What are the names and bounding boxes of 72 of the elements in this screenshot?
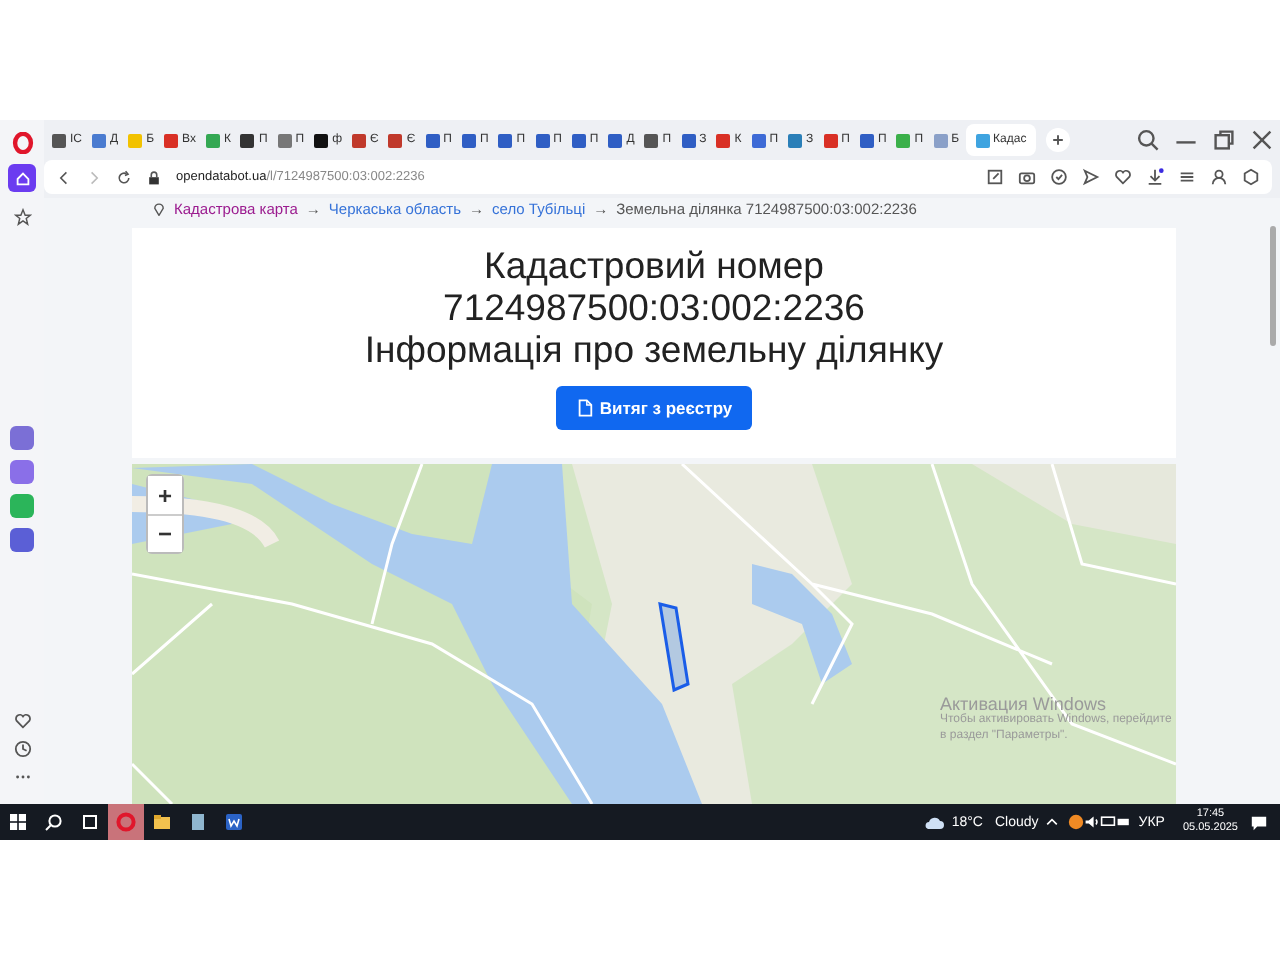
- favicon-icon: [92, 133, 106, 147]
- notification-icon[interactable]: [1250, 813, 1268, 831]
- back-icon[interactable]: [56, 169, 72, 185]
- map-pin-icon: [152, 202, 166, 216]
- page-title: 7124987500:03:002:2236: [443, 286, 865, 328]
- caret-up-icon[interactable]: [1044, 814, 1061, 830]
- favicon-icon: [788, 133, 803, 147]
- clock-icon[interactable]: [13, 740, 31, 758]
- notepad-icon: [188, 812, 208, 832]
- favicon-icon: [975, 133, 990, 147]
- heart-icon[interactable]: [13, 712, 31, 730]
- opera-icon: [116, 812, 136, 832]
- favicon-icon: [681, 133, 696, 147]
- favicon-icon: [352, 133, 367, 147]
- favicon-icon: [896, 133, 911, 147]
- task-view-icon: [80, 812, 100, 832]
- zoom-out-button[interactable]: −: [148, 514, 182, 552]
- favicon-icon: [164, 133, 179, 147]
- favicon-icon: [823, 133, 838, 147]
- land-parcel-outline[interactable]: [658, 602, 690, 693]
- favicon-icon: [205, 133, 220, 147]
- favicon-icon: [751, 133, 766, 147]
- favicon-icon: [314, 133, 329, 147]
- plus-icon: [1052, 134, 1065, 146]
- send-icon[interactable]: [1082, 168, 1100, 186]
- search-icon[interactable]: [1136, 128, 1160, 152]
- favicon-icon: [608, 133, 623, 147]
- favicon-icon: [716, 133, 731, 147]
- word-icon: [224, 812, 244, 832]
- app-icon[interactable]: [10, 528, 34, 552]
- favicon-icon: [461, 133, 476, 147]
- favicon-icon: [859, 133, 874, 147]
- favicon-icon: [571, 133, 586, 147]
- favicon-icon: [425, 133, 440, 147]
- new-tab-button[interactable]: [1046, 128, 1071, 152]
- favicon-icon: [240, 133, 255, 147]
- app-icon[interactable]: [10, 426, 34, 450]
- favicon-icon: [933, 133, 948, 147]
- favicon-icon: [52, 133, 66, 147]
- app-icon[interactable]: [10, 460, 34, 484]
- opera-logo-icon[interactable]: [11, 132, 33, 154]
- reload-icon[interactable]: [116, 169, 132, 185]
- favicon-icon: [498, 133, 513, 147]
- folder-icon: [152, 812, 172, 832]
- favicon-icon: [535, 133, 550, 147]
- lock-icon: [146, 169, 162, 185]
- page-title: Інформація про земельну ділянку: [364, 328, 944, 370]
- star-icon: [13, 207, 31, 225]
- favicon-icon: [277, 133, 292, 147]
- heart-icon[interactable]: [1114, 168, 1132, 186]
- home-icon: [13, 169, 31, 187]
- start-icon: [8, 812, 28, 832]
- page-title: Кадастровий номер: [484, 244, 824, 286]
- search-icon: [44, 812, 64, 832]
- download-extract-button[interactable]: Витяг з реєстру: [555, 386, 753, 430]
- favicon-icon: [388, 133, 403, 147]
- profile-icon[interactable]: [1210, 168, 1228, 186]
- app-tray-icon[interactable]: [1068, 814, 1085, 830]
- favicon-icon: [644, 133, 659, 147]
- favicon-icon: [128, 133, 143, 147]
- scrollbar-thumb[interactable]: [1269, 226, 1275, 346]
- pdf-file-icon: [575, 398, 594, 418]
- download-icon[interactable]: [1146, 168, 1164, 186]
- cloud-icon: [921, 812, 946, 832]
- restore-icon[interactable]: [1212, 128, 1236, 152]
- activation-title: Активация Windows: [940, 694, 1106, 714]
- home-button[interactable]: [8, 164, 36, 192]
- speaker-icon[interactable]: [1084, 814, 1101, 830]
- close-icon[interactable]: [1250, 128, 1274, 152]
- share-icon[interactable]: [986, 168, 1004, 186]
- camera-icon[interactable]: [1018, 168, 1036, 186]
- menu-icon[interactable]: [1178, 168, 1196, 186]
